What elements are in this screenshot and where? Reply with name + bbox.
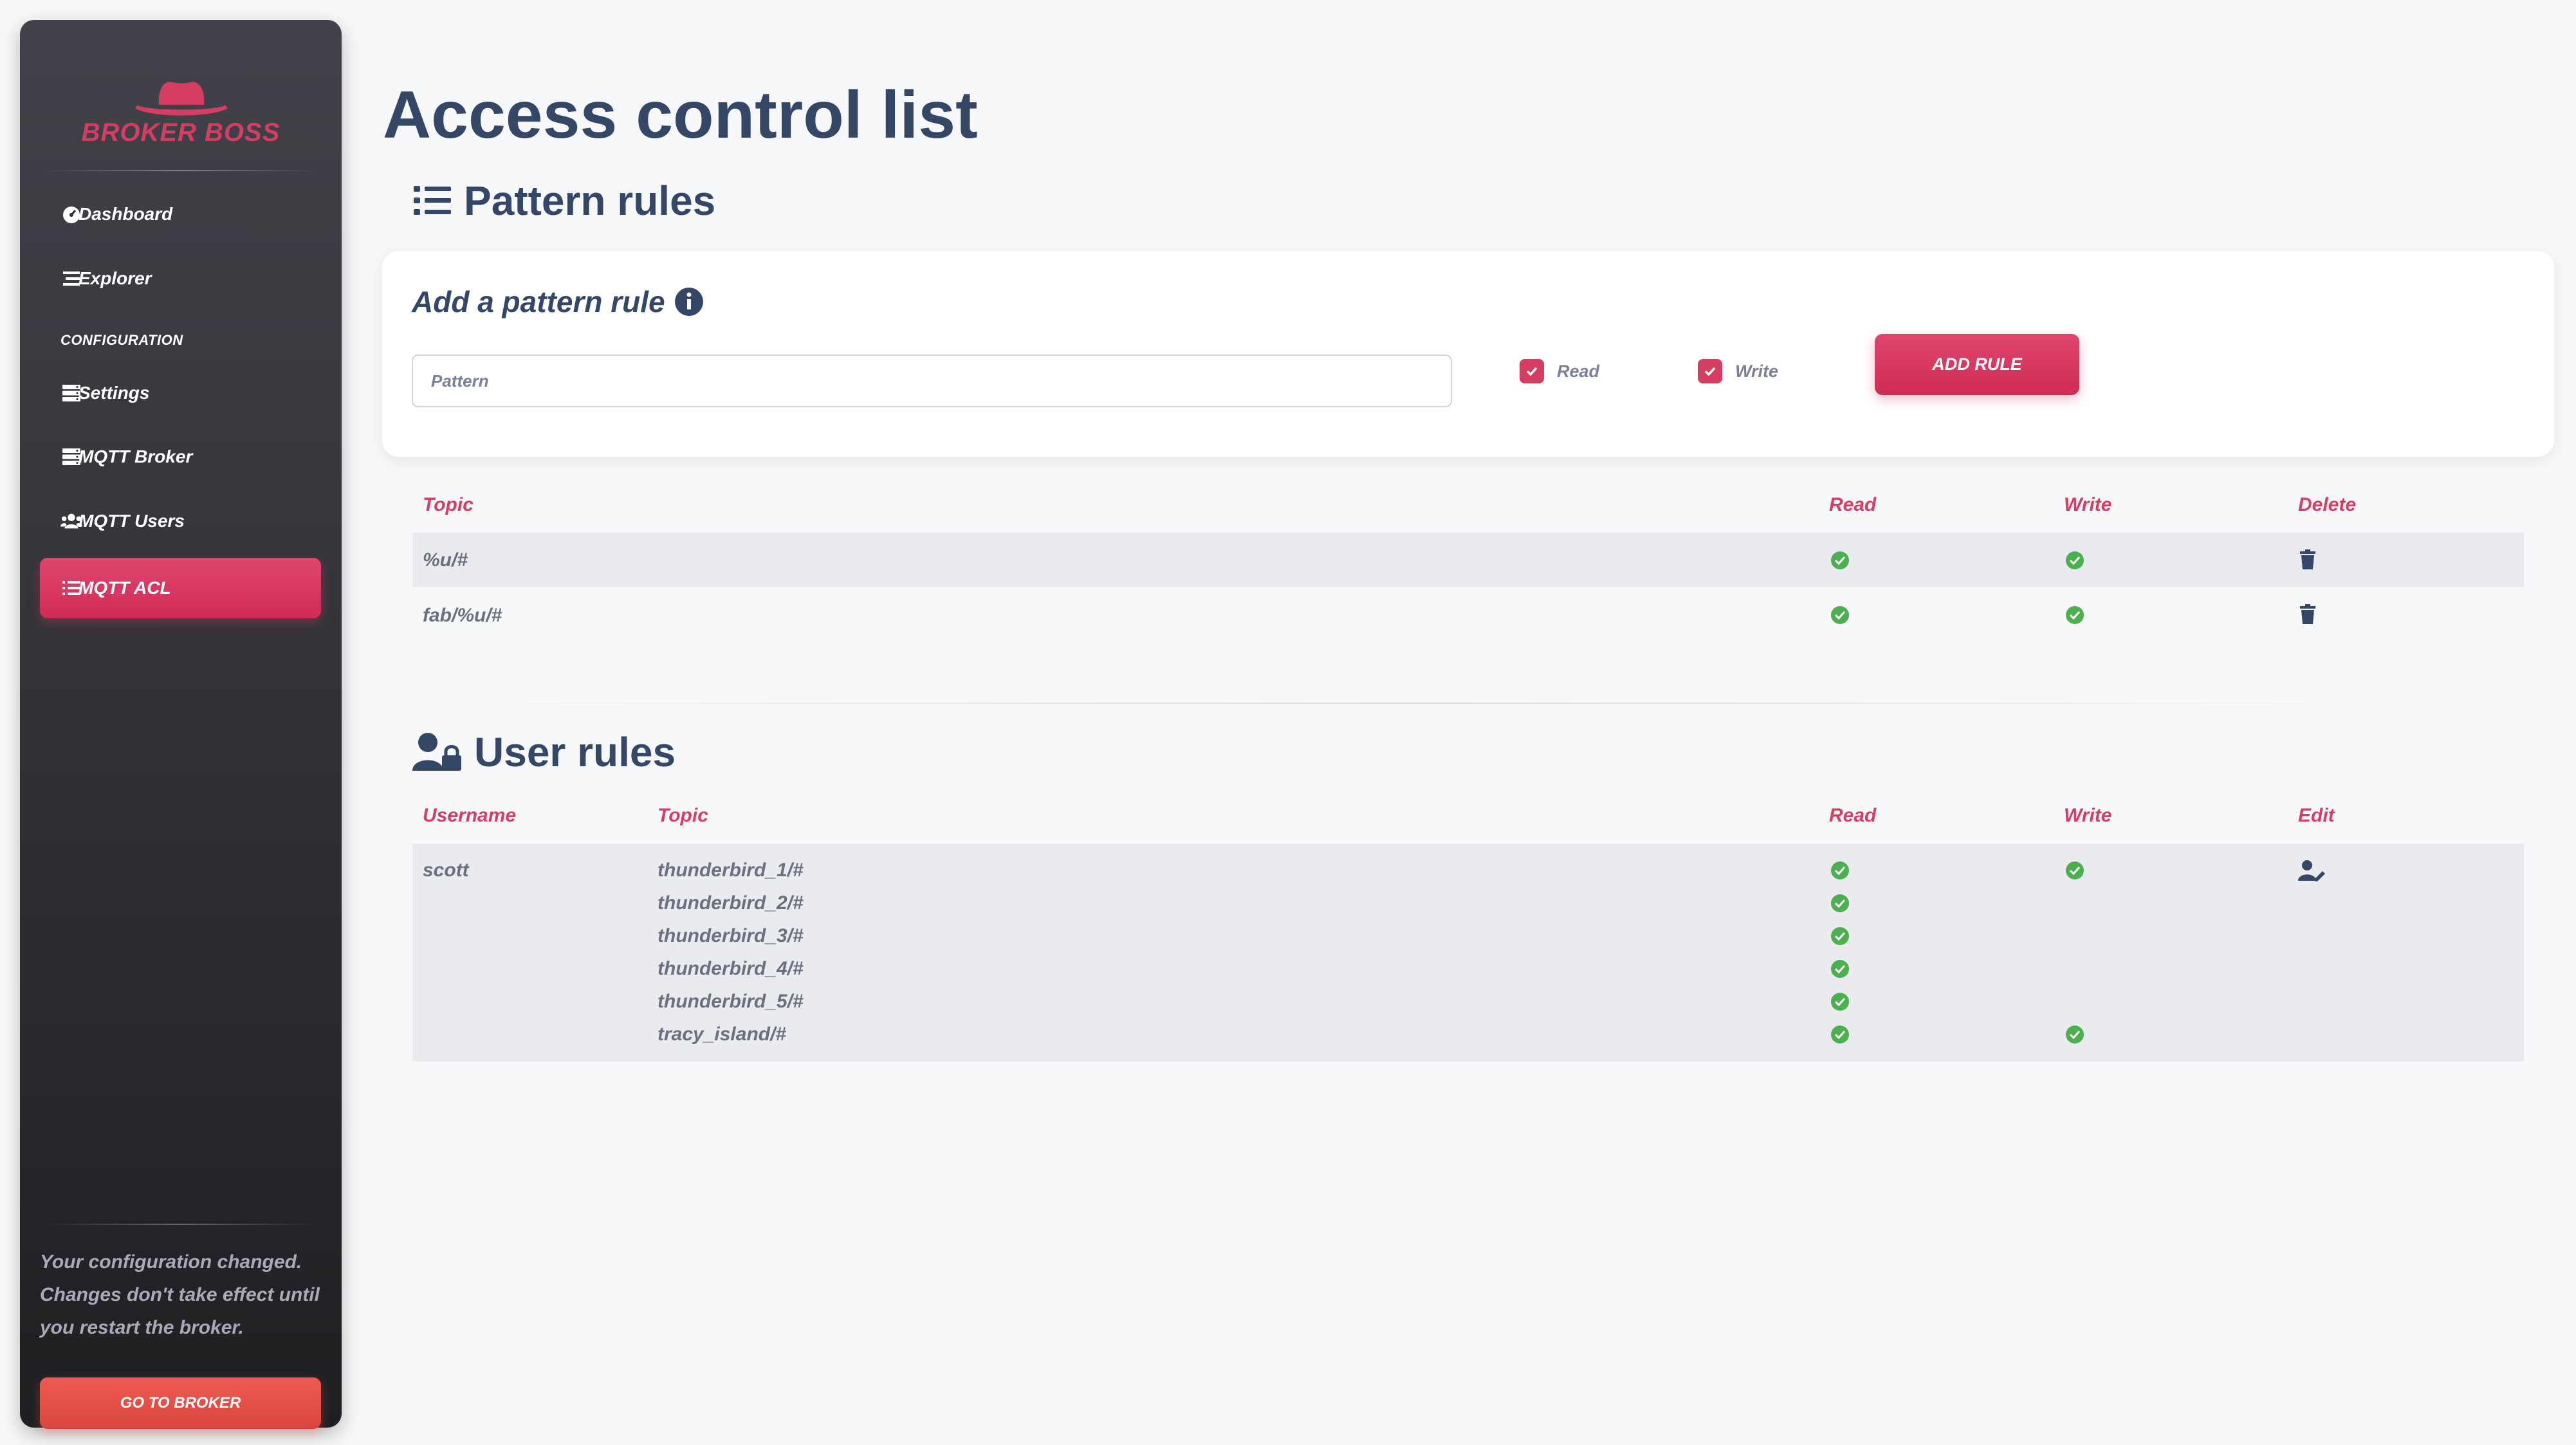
column-header-edit[interactable]: Edit	[2298, 805, 2335, 827]
sidebar-item-label: Explorer	[78, 268, 152, 288]
table-row	[412, 587, 2524, 641]
sidebar-item-settings[interactable]: Settings	[40, 363, 321, 423]
user-topic: thunderbird_3/#	[658, 925, 804, 946]
gauge-icon	[60, 203, 82, 225]
list-icon	[60, 268, 82, 290]
section-title: User rules	[474, 729, 676, 775]
checkbox-checked-icon	[1698, 359, 1722, 383]
check-circle-icon	[2066, 551, 2084, 569]
go-to-broker-button[interactable]: GO TO BROKER	[40, 1377, 321, 1429]
check-circle-icon	[1831, 960, 1849, 978]
sidebar-section-configuration: CONFIGURATION	[60, 332, 183, 348]
section-title: Pattern rules	[464, 178, 716, 224]
check-circle-icon	[2066, 861, 2084, 879]
list-ul-icon	[60, 577, 82, 599]
server-icon	[60, 382, 82, 404]
sidebar-item-label: MQTT Broker	[78, 446, 193, 466]
sidebar-item-dashboard[interactable]: Dashboard	[40, 184, 321, 244]
read-checkbox-label: Read	[1557, 361, 1600, 381]
pattern-rules-heading: Pattern rules	[412, 177, 715, 225]
sidebar-item-label: MQTT Users	[78, 511, 185, 531]
column-header-topic[interactable]: Topic	[658, 805, 708, 827]
pattern-topic: %u/#	[423, 549, 468, 571]
section-divider	[412, 703, 2420, 704]
page-title: Access control list	[383, 78, 978, 152]
sidebar-item-explorer[interactable]: Explorer	[40, 248, 321, 309]
user-rules-heading: User rules	[412, 728, 676, 776]
sidebar-divider	[46, 170, 316, 171]
sidebar-item-label: Settings	[78, 383, 150, 403]
check-circle-icon	[1831, 551, 1849, 569]
sidebar-item-mqtt-users[interactable]: MQTT Users	[40, 491, 321, 551]
server-icon	[60, 446, 82, 468]
read-checkbox[interactable]: Read	[1520, 359, 1599, 383]
sidebar-item-mqtt-broker[interactable]: MQTT Broker	[40, 427, 321, 487]
column-header-topic[interactable]: Topic	[423, 494, 474, 516]
add-pattern-rule-title: Add a pattern rule	[412, 284, 704, 319]
trash-icon[interactable]	[2299, 549, 2316, 570]
card-title-text: Add a pattern rule	[412, 285, 665, 318]
check-circle-icon	[1831, 894, 1849, 912]
write-checkbox-label: Write	[1735, 361, 1779, 381]
user-topic: tracy_island/#	[658, 1024, 787, 1045]
checkbox-checked-icon	[1520, 359, 1544, 383]
check-circle-icon	[1831, 927, 1849, 945]
sidebar-item-mqtt-acl[interactable]: MQTT ACL	[40, 558, 321, 618]
column-header-read[interactable]: Read	[1829, 805, 1876, 827]
sidebar-item-label: Dashboard	[78, 204, 173, 224]
column-header-write[interactable]: Write	[2064, 494, 2111, 516]
brand-name: BROKER BOSS	[81, 118, 281, 147]
user-topic: thunderbird_1/#	[658, 860, 804, 881]
user-topic: thunderbird_2/#	[658, 892, 804, 914]
pattern-input[interactable]	[412, 354, 1452, 407]
user-lock-icon	[412, 733, 461, 771]
user-topic: thunderbird_5/#	[658, 991, 804, 1012]
sidebar: BROKER BOSS Dashboard Explorer CONFIGURA…	[20, 20, 342, 1429]
list-ul-icon	[414, 186, 451, 215]
fedora-hat-icon	[135, 82, 228, 116]
column-header-username[interactable]: Username	[423, 805, 516, 827]
column-header-write[interactable]: Write	[2064, 805, 2111, 827]
check-circle-icon	[1831, 606, 1849, 624]
table-row	[412, 533, 2524, 587]
user-edit-icon[interactable]	[2298, 860, 2325, 881]
add-pattern-rule-card: Add a pattern rule Read Write ADD RULE	[382, 251, 2554, 457]
check-circle-icon	[1831, 993, 1849, 1011]
username-cell: scott	[423, 860, 469, 881]
users-icon	[60, 510, 82, 532]
pattern-topic: fab/%u/#	[423, 605, 502, 626]
column-header-delete[interactable]: Delete	[2298, 494, 2356, 516]
config-changed-notice: Your configuration changed. Changes don'…	[40, 1251, 320, 1338]
info-icon[interactable]	[674, 287, 704, 317]
user-topic: thunderbird_4/#	[658, 958, 804, 979]
check-circle-icon	[2066, 606, 2084, 624]
sidebar-divider	[46, 1224, 316, 1225]
check-circle-icon	[2066, 1026, 2084, 1044]
add-rule-button[interactable]: ADD RULE	[1875, 334, 2079, 395]
brand-logo[interactable]: BROKER BOSS	[20, 55, 342, 158]
column-header-read[interactable]: Read	[1829, 494, 1876, 516]
check-circle-icon	[1831, 1026, 1849, 1044]
check-circle-icon	[1831, 861, 1849, 879]
write-checkbox[interactable]: Write	[1698, 359, 1778, 383]
trash-icon[interactable]	[2299, 604, 2316, 625]
sidebar-item-label: MQTT ACL	[78, 578, 171, 598]
